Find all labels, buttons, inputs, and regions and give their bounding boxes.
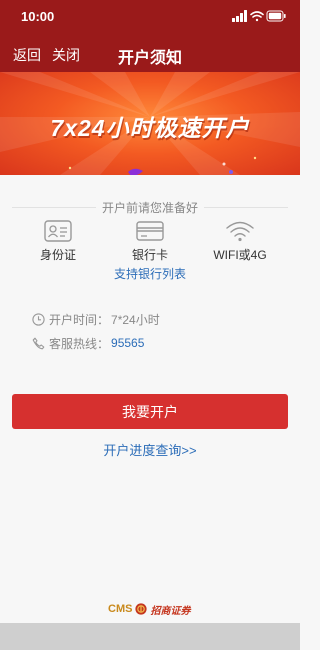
id-card-icon [44, 220, 72, 242]
back-button[interactable]: 返回 [13, 45, 41, 65]
status-icons [232, 10, 286, 22]
supported-banks-link[interactable]: 支持银行列表 [0, 265, 300, 282]
brand-name: 招商证券 [150, 605, 191, 617]
nav-bar: 返回 关闭 开户须知 [0, 34, 300, 72]
promo-banner: 7x24小时极速开户 [0, 72, 300, 175]
hotline-label: 客服热线： [49, 336, 110, 351]
opening-hours-label: 开户时间： [49, 312, 110, 327]
requirements-title: 开户前请您准备好 [95, 199, 205, 216]
clock-icon [32, 312, 45, 326]
battery-icon [266, 10, 286, 22]
banner-slogan: 7x24小时极速开户 [50, 115, 250, 141]
brand-footer: CMS 招商证券 [108, 601, 190, 617]
service-hotline: 客服热线： 95565 [32, 335, 144, 351]
opening-hours-value: 7*24小时 [111, 312, 160, 327]
requirement-bank-card: 银行卡 [110, 220, 190, 263]
wifi-status-icon [250, 11, 264, 22]
hotline-number[interactable]: 95565 [111, 336, 144, 350]
opening-hours: 开户时间： 7*24小时 [32, 311, 160, 327]
requirement-label: 身份证 [39, 248, 76, 262]
requirement-label: WIFI或4G [213, 248, 267, 262]
wifi-icon [226, 221, 254, 242]
progress-query-link[interactable]: 开户进度查询>> [0, 440, 300, 459]
status-time: 10:00 [21, 9, 55, 24]
signal-icon [232, 10, 247, 22]
bank-card-icon [136, 221, 164, 241]
phone-icon [32, 337, 45, 349]
requirements-heading: 开户前请您准备好 [12, 199, 288, 217]
bottom-bar [0, 623, 300, 650]
close-button[interactable]: 关闭 [52, 45, 80, 65]
status-bar: 10:00 [0, 0, 300, 34]
page-title: 开户须知 [117, 50, 182, 67]
brand-prefix: CMS [108, 603, 133, 615]
requirement-network: WIFI或4G [200, 220, 280, 263]
brand-logo-icon [135, 603, 148, 615]
requirement-label: 银行卡 [131, 248, 168, 262]
requirement-id-card: 身份证 [18, 220, 98, 263]
open-account-button[interactable]: 我要开户 [12, 394, 288, 429]
